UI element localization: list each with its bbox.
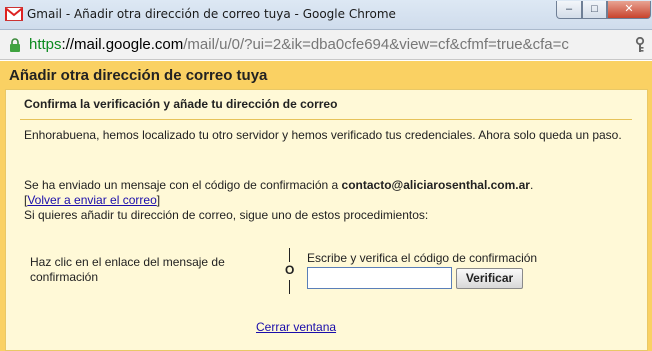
confirmation-code-input[interactable] bbox=[307, 267, 452, 289]
separator-or: O bbox=[285, 263, 295, 277]
sent-suffix: . bbox=[529, 178, 534, 192]
gmail-logo-icon bbox=[5, 7, 23, 21]
dialog-subtitle: Confirma la verificación y añade tu dire… bbox=[24, 97, 338, 111]
verify-button[interactable]: Verificar bbox=[456, 268, 523, 289]
dialog: Añadir otra dirección de correo tuya Con… bbox=[0, 61, 652, 351]
url-text[interactable]: https://mail.google.com/mail/u/0/?ui=2&i… bbox=[29, 36, 627, 53]
dialog-body: Confirma la verificación y añade tu dire… bbox=[5, 89, 648, 351]
window-titlebar: Gmail - Añadir otra dirección de correo … bbox=[0, 0, 652, 30]
sent-message: Se ha enviado un mensaje con el código d… bbox=[24, 178, 533, 193]
url-path: /mail/u/0/?ui=2&ik=dba0cfe694&view=cf&cf… bbox=[183, 36, 569, 53]
address-bar[interactable]: https://mail.google.com/mail/u/0/?ui=2&i… bbox=[0, 30, 652, 60]
maximize-button[interactable]: □ bbox=[582, 1, 607, 19]
lock-icon bbox=[10, 38, 20, 52]
minimize-button[interactable]: – bbox=[556, 1, 582, 19]
dialog-title: Añadir otra dirección de correo tuya bbox=[9, 67, 268, 84]
instructions-text: Si quieres añadir tu dirección de correo… bbox=[24, 208, 429, 222]
url-scheme: https bbox=[29, 36, 62, 53]
code-label: Escribe y verifica el código de confirma… bbox=[307, 251, 538, 265]
divider bbox=[20, 119, 632, 120]
sent-text: Se ha enviado un mensaje con el código d… bbox=[24, 178, 342, 192]
email-address: contacto@aliciarosenthal.com.ar bbox=[341, 178, 530, 192]
window-title: Gmail - Añadir otra dirección de correo … bbox=[27, 7, 396, 21]
close-window-button[interactable]: ✕ bbox=[607, 1, 651, 19]
option-link-text: Haz clic en el enlace del mensaje de con… bbox=[30, 255, 225, 284]
key-icon[interactable] bbox=[634, 37, 646, 53]
congrats-text: Enhorabuena, hemos localizado tu otro se… bbox=[24, 128, 622, 142]
close-window-link[interactable]: Cerrar ventana bbox=[256, 320, 336, 334]
resend-bracket-close: ] bbox=[156, 193, 161, 207]
separator-line-top bbox=[289, 248, 290, 262]
separator-line-bottom bbox=[289, 280, 290, 294]
url-host: ://mail.google.com bbox=[61, 36, 184, 53]
resend-line: [Volver a enviar el correo] bbox=[24, 193, 160, 208]
resend-email-link[interactable]: Volver a enviar el correo bbox=[27, 193, 156, 207]
